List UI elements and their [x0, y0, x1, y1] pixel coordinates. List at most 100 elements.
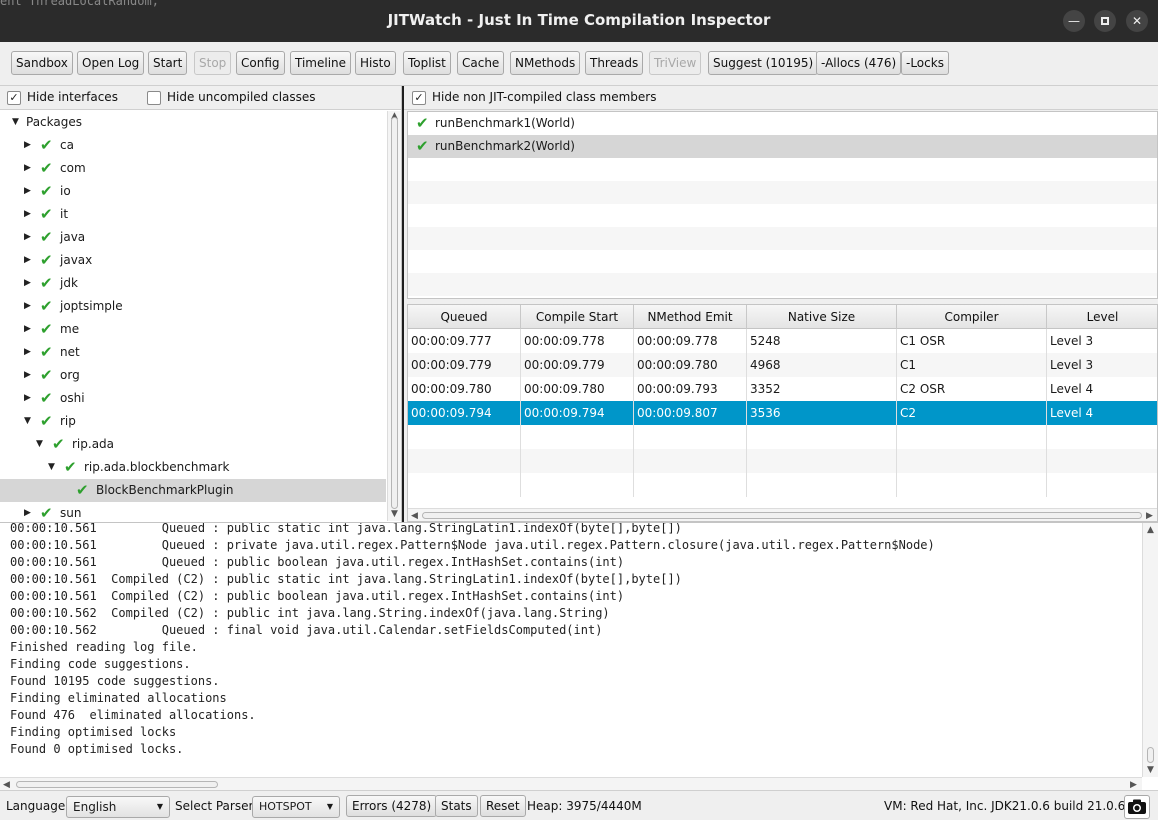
errors-button[interactable]: Errors (4278): [346, 795, 438, 817]
toolbar-button-triview[interactable]: TriView: [649, 51, 702, 75]
hide-interfaces-checkbox[interactable]: ✓: [7, 91, 21, 105]
maximize-button[interactable]: [1094, 10, 1116, 32]
compilation-table-scrollbar[interactable]: ◀ ▶: [408, 508, 1157, 521]
tree-item[interactable]: ▶ ✔ io: [0, 180, 386, 203]
tree-item[interactable]: ▶ ✔ org: [0, 364, 386, 387]
member-item[interactable]: ✔ runBenchmark1(World): [408, 112, 1157, 135]
scroll-left-icon[interactable]: ◀: [411, 509, 418, 521]
hide-non-jit-checkbox[interactable]: ✓: [412, 91, 426, 105]
tree-item[interactable]: ✔ BlockBenchmarkPlugin: [0, 479, 386, 502]
log-scroll-down-icon[interactable]: ▼: [1147, 763, 1154, 777]
stats-button[interactable]: Stats: [435, 795, 478, 817]
tree-item[interactable]: ▶ ✔ javax: [0, 249, 386, 272]
toolbar-button-suggest-10195[interactable]: Suggest (10195): [708, 51, 819, 75]
parser-select[interactable]: HOTSPOT ▼: [252, 796, 340, 818]
column-header-queued[interactable]: Queued: [408, 305, 521, 329]
column-header-level[interactable]: Level: [1047, 305, 1157, 329]
table-cell: [521, 449, 634, 473]
member-item[interactable]: ✔ runBenchmark2(World): [408, 135, 1157, 158]
compilation-scroll-thumb[interactable]: [422, 512, 1142, 519]
tree-item[interactable]: ▶ ✔ me: [0, 318, 386, 341]
tree-item[interactable]: ▶ ✔ it: [0, 203, 386, 226]
minimize-button[interactable]: —: [1063, 10, 1085, 32]
tree-item[interactable]: ▶ ✔ oshi: [0, 387, 386, 410]
toolbar-button-timeline[interactable]: Timeline: [290, 51, 352, 75]
tree-item-label: rip.ada: [72, 437, 115, 451]
toolbar-button-allocs-476[interactable]: -Allocs (476): [816, 51, 902, 75]
tree-item[interactable]: ▶ ✔ java: [0, 226, 386, 249]
column-header-compile-start[interactable]: Compile Start: [521, 305, 634, 329]
log-scroll-right-icon[interactable]: ▶: [1130, 778, 1137, 790]
toolbar-button-start[interactable]: Start: [148, 51, 188, 75]
collapse-arrow-icon[interactable]: ▶: [24, 502, 31, 521]
tree-item-label: joptsimple: [60, 299, 123, 313]
tree-item[interactable]: ▶ ✔ jdk: [0, 272, 386, 295]
log-hscroll-thumb[interactable]: [16, 781, 218, 788]
snapshot-button[interactable]: [1124, 795, 1150, 819]
collapse-arrow-icon[interactable]: ▶: [24, 364, 31, 387]
table-row[interactable]: 00:00:09.779 00:00:09.779 00:00:09.780 4968…: [408, 353, 1157, 377]
tree-item[interactable]: ▶ ✔ ca: [0, 134, 386, 157]
log-vscroll-thumb[interactable]: [1147, 747, 1154, 763]
log-horizontal-scrollbar[interactable]: ◀ ▶: [0, 777, 1142, 790]
tree-scrollbar[interactable]: ▲ ▼: [387, 111, 401, 521]
close-button[interactable]: ✕: [1126, 10, 1148, 32]
toolbar-button-cache[interactable]: Cache: [457, 51, 505, 75]
empty-row: [408, 449, 1157, 473]
empty-row: [408, 227, 1157, 250]
collapse-arrow-icon[interactable]: ▶: [24, 341, 31, 364]
toolbar-button-sandbox[interactable]: Sandbox: [11, 51, 73, 75]
hide-uncompiled-checkbox[interactable]: [147, 91, 161, 105]
toolbar-button-threads[interactable]: Threads: [585, 51, 644, 75]
toolbar-button-histo[interactable]: Histo: [355, 51, 396, 75]
collapse-arrow-icon[interactable]: ▶: [24, 203, 31, 226]
log-vertical-scrollbar[interactable]: ▲ ▼: [1142, 523, 1158, 777]
column-header-native-size[interactable]: Native Size: [747, 305, 897, 329]
tree-item[interactable]: ▼ ✔ rip: [0, 410, 386, 433]
table-row[interactable]: 00:00:09.794 00:00:09.794 00:00:09.807 3536…: [408, 401, 1157, 425]
toolbar-button-open-log[interactable]: Open Log: [77, 51, 145, 75]
tree-item-label: ca: [60, 138, 74, 152]
log-scroll-up-icon[interactable]: ▲: [1147, 523, 1154, 537]
tree-item-label: com: [60, 161, 86, 175]
table-cell: C2 OSR: [897, 377, 1047, 401]
collapse-arrow-icon[interactable]: ▶: [24, 226, 31, 249]
log-area[interactable]: 00:00:10.561 Queued : public static int …: [0, 522, 1158, 790]
tree-item[interactable]: ▶ ✔ joptsimple: [0, 295, 386, 318]
collapse-arrow-icon[interactable]: ▶: [24, 272, 31, 295]
tree-item[interactable]: ▶ ✔ sun: [0, 502, 386, 521]
column-header-nmethod-emit[interactable]: NMethod Emit: [634, 305, 747, 329]
column-header-compiler[interactable]: Compiler: [897, 305, 1047, 329]
toolbar-button-stop[interactable]: Stop: [194, 51, 232, 75]
scroll-right-icon[interactable]: ▶: [1146, 509, 1153, 521]
language-select[interactable]: English ▼: [66, 796, 170, 818]
toolbar-button-toplist[interactable]: Toplist: [403, 51, 451, 75]
expand-arrow-icon[interactable]: ▼: [12, 111, 19, 134]
tree-scroll-thumb[interactable]: [391, 117, 398, 509]
table-row[interactable]: 00:00:09.780 00:00:09.780 00:00:09.793 3352…: [408, 377, 1157, 401]
tree-item[interactable]: ▶ ✔ net: [0, 341, 386, 364]
collapse-arrow-icon[interactable]: ▶: [24, 134, 31, 157]
toolbar-button-nmethods[interactable]: NMethods: [510, 51, 581, 75]
collapse-arrow-icon[interactable]: ▶: [24, 387, 31, 410]
toolbar-button-locks[interactable]: -Locks: [901, 51, 949, 75]
collapse-arrow-icon[interactable]: ▶: [24, 295, 31, 318]
expand-arrow-icon[interactable]: ▼: [36, 433, 43, 456]
tree-item[interactable]: ▼ ✔ rip.ada.blockbenchmark: [0, 456, 386, 479]
collapse-arrow-icon[interactable]: ▶: [24, 318, 31, 341]
scroll-down-icon[interactable]: ▼: [391, 507, 398, 521]
tree-item[interactable]: ▼ Packages: [0, 111, 386, 134]
reset-button[interactable]: Reset: [480, 795, 526, 817]
tree-item-label: org: [60, 368, 80, 382]
collapse-arrow-icon[interactable]: ▶: [24, 180, 31, 203]
expand-arrow-icon[interactable]: ▼: [48, 456, 55, 479]
toolbar-button-config[interactable]: Config: [236, 51, 285, 75]
collapse-arrow-icon[interactable]: ▶: [24, 249, 31, 272]
collapse-arrow-icon[interactable]: ▶: [24, 157, 31, 180]
tree-item[interactable]: ▼ ✔ rip.ada: [0, 433, 386, 456]
expand-arrow-icon[interactable]: ▼: [24, 410, 31, 433]
tree-item[interactable]: ▶ ✔ com: [0, 157, 386, 180]
log-scroll-left-icon[interactable]: ◀: [3, 778, 10, 790]
minimize-icon: —: [1068, 14, 1080, 28]
table-row[interactable]: 00:00:09.777 00:00:09.778 00:00:09.778 5248…: [408, 329, 1157, 353]
